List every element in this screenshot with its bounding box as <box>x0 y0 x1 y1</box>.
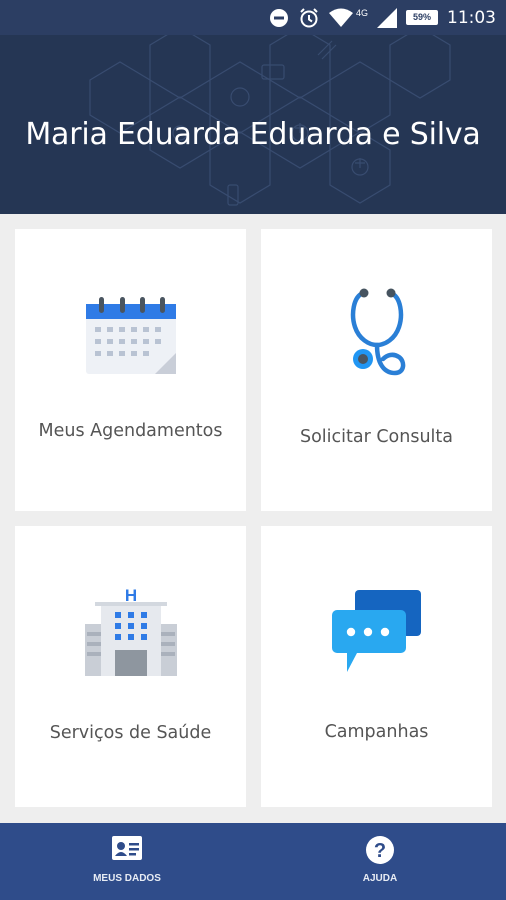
user-name: Maria Eduarda Eduarda e Silva <box>25 117 481 152</box>
do-not-disturb-icon <box>269 8 288 27</box>
calendar-icon <box>86 297 176 374</box>
card-solicitar-consulta[interactable]: Solicitar Consulta <box>261 229 492 511</box>
card-meus-agendamentos[interactable]: Meus Agendamentos <box>15 229 246 511</box>
bottom-navigation: MEUS DADOS ? AJUDA <box>0 823 506 900</box>
hospital-icon: H <box>85 586 177 676</box>
nav-ajuda[interactable]: ? AJUDA <box>305 823 455 900</box>
battery-icon: 59% <box>406 10 438 25</box>
card-label: Serviços de Saúde <box>49 723 212 743</box>
status-bar: 4G 59% 11:03 <box>0 0 506 35</box>
card-label: Campanhas <box>324 722 429 742</box>
status-time: 11:03 <box>447 7 496 28</box>
svg-text:H: H <box>125 586 137 605</box>
id-card-icon <box>112 836 142 860</box>
nav-meus-dados[interactable]: MEUS DADOS <box>52 823 202 900</box>
card-label: Solicitar Consulta <box>299 427 454 447</box>
profile-header: Maria Eduarda Eduarda e Silva <box>0 35 506 214</box>
card-campanhas[interactable]: Campanhas <box>261 526 492 807</box>
card-label: Meus Agendamentos <box>38 421 223 441</box>
status-icons: 4G 59% 11:03 <box>269 0 496 35</box>
card-servicos-de-saude[interactable]: H Serviços de Saúde <box>15 526 246 807</box>
stethoscope-icon <box>350 288 406 376</box>
battery-level: 59% <box>412 12 431 22</box>
wifi-icon <box>328 8 353 27</box>
chat-bubbles-icon <box>332 590 421 672</box>
signal-icon <box>377 7 397 28</box>
help-icon: ? <box>366 836 394 864</box>
alarm-icon <box>300 7 318 27</box>
svg-text:?: ? <box>374 840 386 862</box>
nav-label: MEUS DADOS <box>93 873 161 884</box>
nav-label: AJUDA <box>362 873 398 884</box>
network-type: 4G <box>355 7 368 18</box>
